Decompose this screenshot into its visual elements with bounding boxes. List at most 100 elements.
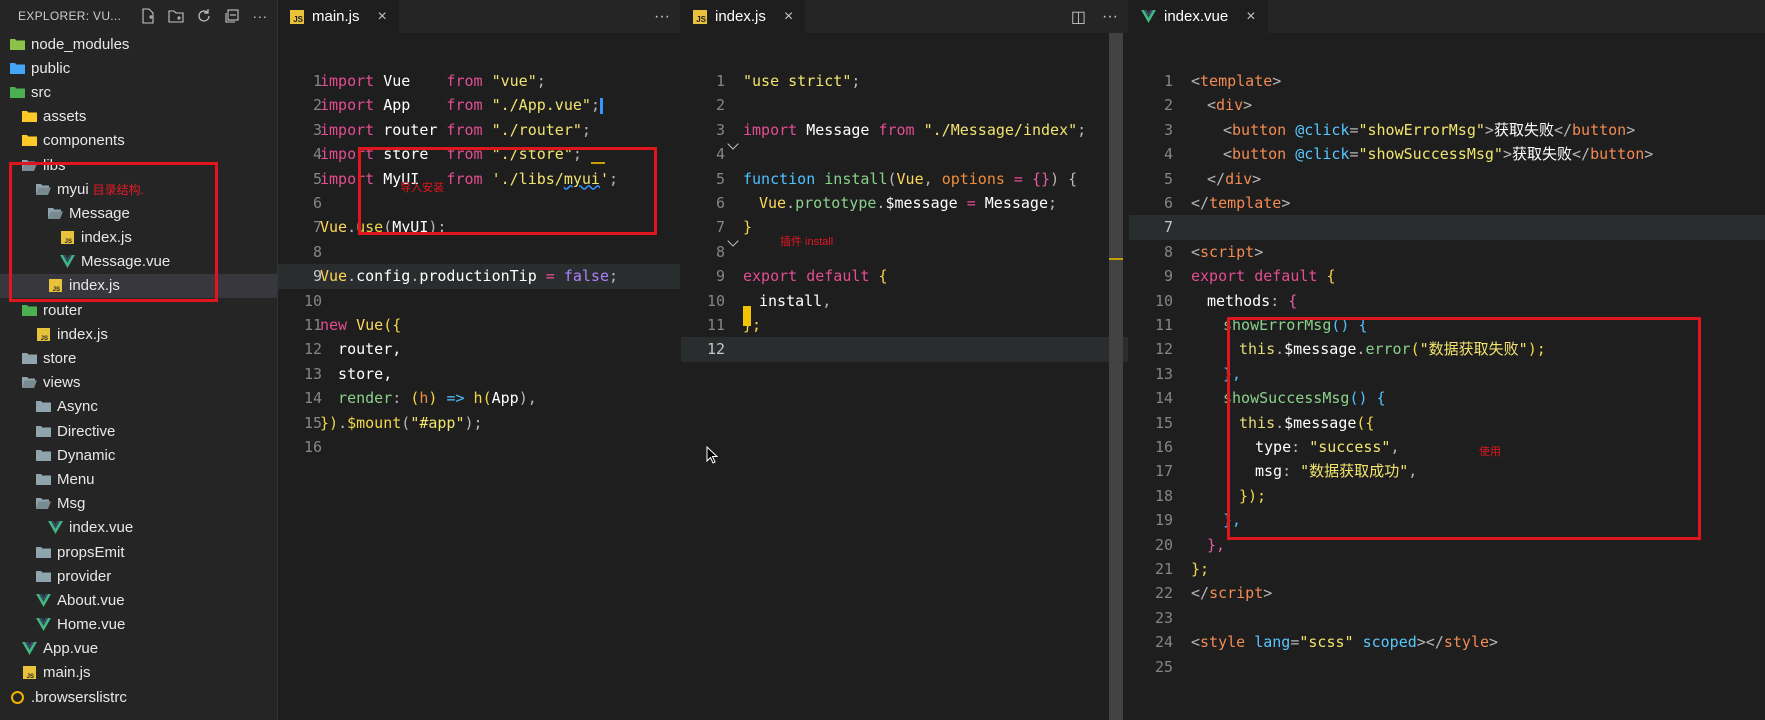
tree-item[interactable]: views xyxy=(0,371,277,395)
more-actions-icon[interactable]: ··· xyxy=(654,8,670,26)
code-token: store, xyxy=(320,364,393,383)
collapse-all-icon[interactable] xyxy=(223,7,241,25)
code-token: "showErrorMsg" xyxy=(1358,120,1485,139)
code-token: Vue xyxy=(356,316,384,334)
tree-item-label: Dynamic xyxy=(57,446,116,464)
js-file-icon: JS xyxy=(693,9,707,24)
code-token: @ xyxy=(1286,145,1305,164)
line-number: 14 xyxy=(303,389,322,408)
line-number: 21 xyxy=(1154,560,1173,578)
line-number: 4 xyxy=(715,145,725,164)
code-token: "showSuccessMsg" xyxy=(1358,145,1503,164)
line-number: 9 xyxy=(312,267,322,286)
code-token: } xyxy=(743,218,753,237)
code-token: Vue xyxy=(320,267,348,286)
code-token: ); xyxy=(464,413,483,432)
code-token: }; xyxy=(1191,560,1210,578)
scrollbar-thumb[interactable] xyxy=(1109,33,1123,720)
tree-item[interactable]: Async xyxy=(0,395,277,419)
scrollbar[interactable] xyxy=(1109,33,1123,720)
tree-item[interactable]: .browserslistrc xyxy=(0,685,277,709)
tree-item[interactable]: App.vue xyxy=(0,637,277,661)
tree-item[interactable]: Menu xyxy=(0,467,277,491)
explorer-title: EXPLORER: VU... xyxy=(18,9,122,23)
tree-item[interactable]: provider xyxy=(0,564,277,588)
line-number: 6 xyxy=(312,194,322,212)
code-line: 5 </div> xyxy=(1129,167,1765,191)
tree-item[interactable]: public xyxy=(0,56,277,80)
code-line: 4 <button @click="showSuccessMsg">获取失败</b… xyxy=(1129,142,1765,166)
folder-icon xyxy=(22,352,37,365)
tree-item-label: public xyxy=(31,59,71,77)
line-number: 11 xyxy=(303,316,322,334)
code-token: ; xyxy=(851,72,861,90)
tree-item[interactable]: Directive xyxy=(0,419,277,443)
code-token: 获取失败 xyxy=(1512,145,1573,164)
folder-icon xyxy=(36,473,51,486)
new-folder-icon[interactable] xyxy=(167,7,185,25)
tree-item[interactable]: Dynamic xyxy=(0,443,277,467)
code-line: 24 <style lang="scss" scoped></style> xyxy=(1129,630,1765,654)
tree-item[interactable]: About.vue xyxy=(0,588,277,612)
line-number: 3 xyxy=(715,120,725,139)
code-line: 12 xyxy=(681,337,1128,362)
close-icon[interactable]: × xyxy=(1246,8,1255,26)
code-token: ({ xyxy=(383,316,402,334)
pane-actions: ◫ ··· xyxy=(1071,0,1118,33)
code-token: ; xyxy=(581,120,591,139)
split-editor-icon[interactable]: ◫ xyxy=(1071,7,1086,27)
folder-open-icon xyxy=(36,497,51,510)
code-line: 15}).$mount("#app"); xyxy=(278,411,680,435)
code-line: 8 xyxy=(278,240,680,264)
refresh-icon[interactable] xyxy=(195,7,213,25)
explorer-sidebar: EXPLORER: VU... ··· node_modulespublic sr… xyxy=(0,0,278,720)
tree-item[interactable]: Home.vue xyxy=(0,613,277,637)
tree-item[interactable]: JS main.js xyxy=(0,661,277,685)
tree-item-label: propsEmit xyxy=(57,543,125,561)
line-number: 12 xyxy=(303,340,322,359)
tree-item[interactable]: JS index.js xyxy=(0,322,277,346)
code-token: ( xyxy=(401,413,411,432)
tree-item[interactable]: node_modules xyxy=(0,32,277,56)
code-token: < xyxy=(1191,633,1201,652)
line-number: 5 xyxy=(312,169,322,188)
close-icon[interactable]: × xyxy=(378,8,387,26)
code-token: ), xyxy=(518,389,537,408)
code-token: ; xyxy=(590,96,600,115)
tree-item[interactable]: store xyxy=(0,346,277,370)
tab-index-vue[interactable]: index.vue × xyxy=(1129,0,1269,33)
tab-main-js[interactable]: JS main.js × xyxy=(278,0,400,33)
tree-item-label: node_modules xyxy=(31,35,130,53)
line-number: 18 xyxy=(1154,486,1173,505)
more-actions-icon[interactable]: ··· xyxy=(251,7,269,25)
tree-item-label: Home.vue xyxy=(57,616,126,634)
folder-icon xyxy=(22,110,37,123)
code-token: click xyxy=(1304,145,1350,164)
tab-index-js[interactable]: JS index.js × xyxy=(681,0,807,33)
tree-item[interactable]: Msg xyxy=(0,492,277,516)
more-actions-icon[interactable]: ··· xyxy=(1102,8,1118,26)
line-number: 4 xyxy=(312,145,322,164)
line-number: 8 xyxy=(715,242,725,261)
tree-item[interactable]: assets xyxy=(0,105,277,129)
code-token: , xyxy=(822,291,832,310)
code-token: = xyxy=(1004,169,1032,188)
close-icon[interactable]: × xyxy=(784,8,793,26)
code-token: ( xyxy=(482,389,492,408)
tree-item[interactable]: src xyxy=(0,80,277,104)
tree-item-label: provider xyxy=(57,567,112,585)
tree-item[interactable]: propsEmit xyxy=(0,540,277,564)
code-token: , xyxy=(923,169,942,188)
editor-pane-index-js: JS index.js × ◫ ··· 1 "use strict"; 2 3 impo… xyxy=(681,0,1128,720)
code-line: 6 Vue.prototype.$message = Message; xyxy=(681,191,1128,215)
code-token: < xyxy=(1207,96,1217,115)
tree-item[interactable]: components xyxy=(0,129,277,153)
code-line: 7 xyxy=(1129,215,1765,240)
tree-item[interactable]: index.vue xyxy=(0,516,277,540)
code-line: 9 export default { xyxy=(1129,264,1765,288)
vue-file-icon xyxy=(22,642,37,656)
new-file-icon[interactable] xyxy=(139,7,157,25)
tree-item-label: src xyxy=(31,83,51,101)
code-token: "./router" xyxy=(491,120,582,139)
folder-public-icon xyxy=(10,62,25,75)
